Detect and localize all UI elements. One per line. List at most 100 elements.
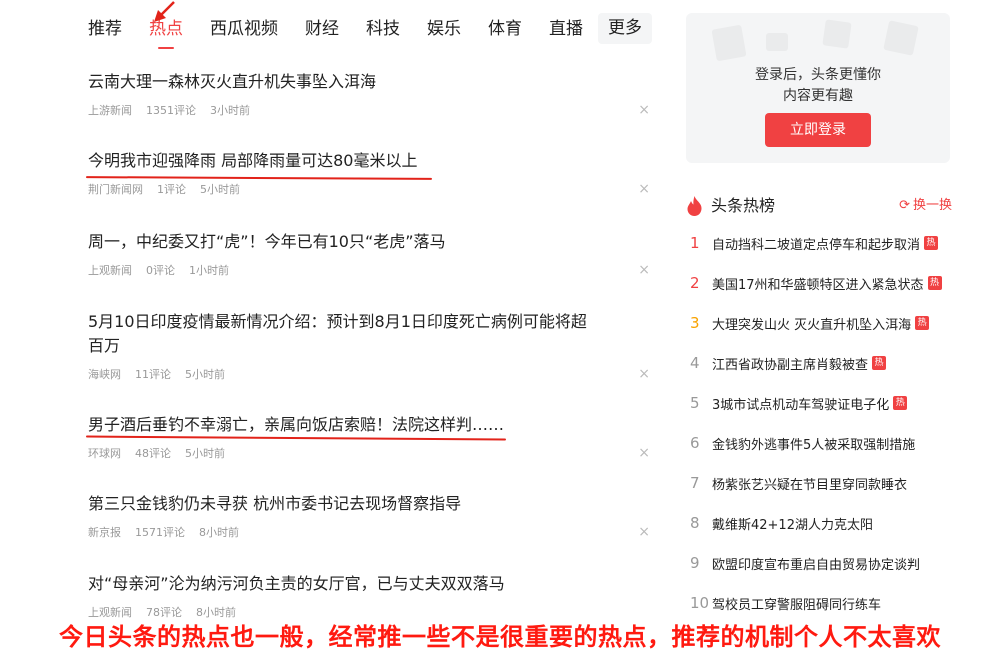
tab-finance[interactable]: 财经 xyxy=(305,15,339,43)
annotation-arrow-icon xyxy=(154,1,175,22)
feed-item-meta: 上观新闻 78评论 8小时前 xyxy=(88,604,650,620)
feed-item-comments[interactable]: 1评论 xyxy=(157,181,186,197)
dislike-close-icon[interactable]: × xyxy=(638,524,650,540)
feed-item: 周一，中纪委又打“虎”！今年已有10只“老虎”落马 上观新闻 0评论 1小时前 … xyxy=(88,230,650,278)
hot-list-item[interactable]: 10 驾校员工穿警服阻碍同行练车 xyxy=(686,592,881,614)
feed-item: 今明我市迎强降雨 局部降雨量可达80毫米以上 荆门新闻网 1评论 5小时前 × xyxy=(88,149,650,197)
login-prompt: 登录后，头条更懂你 内容更有趣 xyxy=(686,65,950,107)
tab-live[interactable]: 直播 xyxy=(549,15,583,43)
hot-item-text: 金钱豹外逃事件5人被采取强制措施 xyxy=(712,437,916,453)
hot-rank: 1 xyxy=(690,234,700,252)
hot-badge: 热 xyxy=(872,356,887,370)
hot-rank: 8 xyxy=(690,514,700,532)
feed-item-comments[interactable]: 78评论 xyxy=(146,604,182,620)
feed-item-source[interactable]: 环球网 xyxy=(88,445,121,461)
feed-item-title[interactable]: 5月10日印度疫情最新情况介绍：预计到8月1日印度死亡病例可能将超百万 xyxy=(88,310,588,358)
feed-item-comments[interactable]: 48评论 xyxy=(135,445,171,461)
hot-list-title: 头条热榜 xyxy=(711,196,776,215)
feed-item-source[interactable]: 上观新闻 xyxy=(88,604,132,620)
hot-rank: 9 xyxy=(690,554,700,572)
feed-item-meta: 上观新闻 0评论 1小时前 xyxy=(88,262,650,278)
feed-item-comments[interactable]: 0评论 xyxy=(146,262,175,278)
hot-rank: 5 xyxy=(690,394,700,412)
dislike-close-icon[interactable]: × xyxy=(638,366,650,382)
flame-icon xyxy=(687,196,702,216)
tab-tech[interactable]: 科技 xyxy=(366,15,400,43)
hot-item-text: 杨紫张艺兴疑在节目里穿同款睡衣 xyxy=(712,477,908,493)
login-prompt-line2: 内容更有趣 xyxy=(783,88,853,104)
feed-item-title[interactable]: 云南大理一森林灭火直升机失事坠入洱海 xyxy=(88,70,588,94)
hot-item-text: 美国17州和华盛顿特区进入紧急状态 xyxy=(712,277,924,293)
feed-item-time: 1小时前 xyxy=(189,264,229,277)
feed-item-meta: 环球网 48评论 5小时前 xyxy=(88,445,650,461)
feed-item-title[interactable]: 第三只金钱豹仍未寻获 杭州市委书记去现场督察指导 xyxy=(88,492,588,516)
feed-item-time: 8小时前 xyxy=(199,526,239,539)
dislike-close-icon[interactable]: × xyxy=(638,102,650,118)
hot-list-item[interactable]: 1 自动挡科二坡道定点停车和起步取消 热 xyxy=(686,232,939,254)
hot-list-item[interactable]: 4 江西省政协副主席肖毅被查 热 xyxy=(686,352,887,374)
hot-item-text: 欧盟印度宣布重启自由贸易协定谈判 xyxy=(712,557,921,573)
hot-item-text: 3城市试点机动车驾驶证电子化 xyxy=(712,397,890,413)
feed-item: 对“母亲河”沦为纳污河负主责的女厅官，已与丈夫双双落马 上观新闻 78评论 8小… xyxy=(88,572,650,620)
hot-list-header: 头条热榜 ⟳ 换一换 xyxy=(686,194,952,218)
feed-item-comments[interactable]: 1571评论 xyxy=(135,524,185,540)
hot-list-item[interactable]: 8 戴维斯42+12湖人力克太阳 xyxy=(686,512,873,534)
hot-badge: 热 xyxy=(893,396,908,410)
dislike-close-icon[interactable]: × xyxy=(638,181,650,197)
tab-entertainment[interactable]: 娱乐 xyxy=(427,15,461,43)
feed-item-title[interactable]: 今明我市迎强降雨 局部降雨量可达80毫米以上 xyxy=(88,149,588,173)
hot-badge: 热 xyxy=(927,276,942,290)
feed-item-title[interactable]: 对“母亲河”沦为纳污河负主责的女厅官，已与丈夫双双落马 xyxy=(88,572,588,596)
feed-item-time: 8小时前 xyxy=(196,606,236,619)
hot-item-text: 自动挡科二坡道定点停车和起步取消 xyxy=(712,237,921,253)
feed-item: 第三只金钱豹仍未寻获 杭州市委书记去现场督察指导 新京报 1571评论 8小时前… xyxy=(88,492,650,540)
hot-badge: 热 xyxy=(915,316,930,330)
tab-sports[interactable]: 体育 xyxy=(488,15,522,43)
hot-rank: 4 xyxy=(690,354,700,372)
feed-item-title[interactable]: 男子酒后垂钓不幸溺亡，亲属向饭店索赔！法院这样判…… xyxy=(88,413,588,437)
hot-rank: 2 xyxy=(690,274,700,292)
feed-item-meta: 海峡网 11评论 5小时前 xyxy=(88,366,650,382)
feed-item-meta: 上游新闻 1351评论 3小时前 xyxy=(88,102,650,118)
tab-xigua-video[interactable]: 西瓜视频 xyxy=(210,15,278,43)
hot-rank: 6 xyxy=(690,434,700,452)
hot-list-item[interactable]: 6 金钱豹外逃事件5人被采取强制措施 xyxy=(686,432,915,454)
feed-item-meta: 新京报 1571评论 8小时前 xyxy=(88,524,650,540)
feed-item-source[interactable]: 新京报 xyxy=(88,524,121,540)
hot-badge: 热 xyxy=(924,236,939,250)
hot-list-item[interactable]: 7 杨紫张艺兴疑在节目里穿同款睡衣 xyxy=(686,472,907,494)
hot-rank: 10 xyxy=(690,594,710,612)
hot-item-text: 江西省政协副主席肖毅被查 xyxy=(712,357,869,373)
hot-list-item[interactable]: 9 欧盟印度宣布重启自由贸易协定谈判 xyxy=(686,552,920,574)
refresh-icon: ⟳ xyxy=(899,198,910,213)
tab-recommend[interactable]: 推荐 xyxy=(88,15,122,43)
hot-item-text: 驾校员工穿警服阻碍同行练车 xyxy=(712,597,882,613)
login-prompt-line1: 登录后，头条更懂你 xyxy=(755,67,881,83)
feed-item-comments[interactable]: 1351评论 xyxy=(146,102,196,118)
more-channels-button[interactable]: 更多 xyxy=(598,13,652,44)
hot-item-text: 戴维斯42+12湖人力克太阳 xyxy=(712,517,873,533)
feed-item-source[interactable]: 上游新闻 xyxy=(88,102,132,118)
refresh-label: 换一换 xyxy=(912,198,952,213)
feed-item-time: 3小时前 xyxy=(210,104,250,117)
dislike-close-icon[interactable]: × xyxy=(638,445,650,461)
login-button[interactable]: 立即登录 xyxy=(765,113,871,147)
refresh-button[interactable]: ⟳ 换一换 xyxy=(899,197,952,215)
hot-list-item[interactable]: 2 美国17州和华盛顿特区进入紧急状态 热 xyxy=(686,272,942,294)
dislike-close-icon[interactable]: × xyxy=(638,262,650,278)
feed-item-comments[interactable]: 11评论 xyxy=(135,366,171,382)
hot-rank: 3 xyxy=(690,314,700,332)
feed-item-source[interactable]: 荆门新闻网 xyxy=(88,181,143,197)
feed-item-source[interactable]: 上观新闻 xyxy=(88,262,132,278)
hot-item-text: 大理突发山火 灭火直升机坠入洱海 xyxy=(712,317,912,333)
hot-list-item[interactable]: 3 大理突发山火 灭火直升机坠入洱海 热 xyxy=(686,312,930,334)
login-card: 登录后，头条更懂你 内容更有趣 立即登录 xyxy=(686,13,950,163)
feed-item-source[interactable]: 海峡网 xyxy=(88,366,121,382)
feed-item-title[interactable]: 周一，中纪委又打“虎”！今年已有10只“老虎”落马 xyxy=(88,230,588,254)
feed-item-meta: 荆门新闻网 1评论 5小时前 xyxy=(88,181,650,197)
feed-item: 5月10日印度疫情最新情况介绍：预计到8月1日印度死亡病例可能将超百万 海峡网 … xyxy=(88,310,650,382)
caption-overlay: 今日头条的热点也一般，经常推一些不是很重要的热点，推荐的机制个人不太喜欢 xyxy=(59,623,941,651)
feed-item-time: 5小时前 xyxy=(185,447,225,460)
feed-item: 云南大理一森林灭火直升机失事坠入洱海 上游新闻 1351评论 3小时前 × xyxy=(88,70,650,118)
hot-list-item[interactable]: 5 3城市试点机动车驾驶证电子化 热 xyxy=(686,392,908,414)
